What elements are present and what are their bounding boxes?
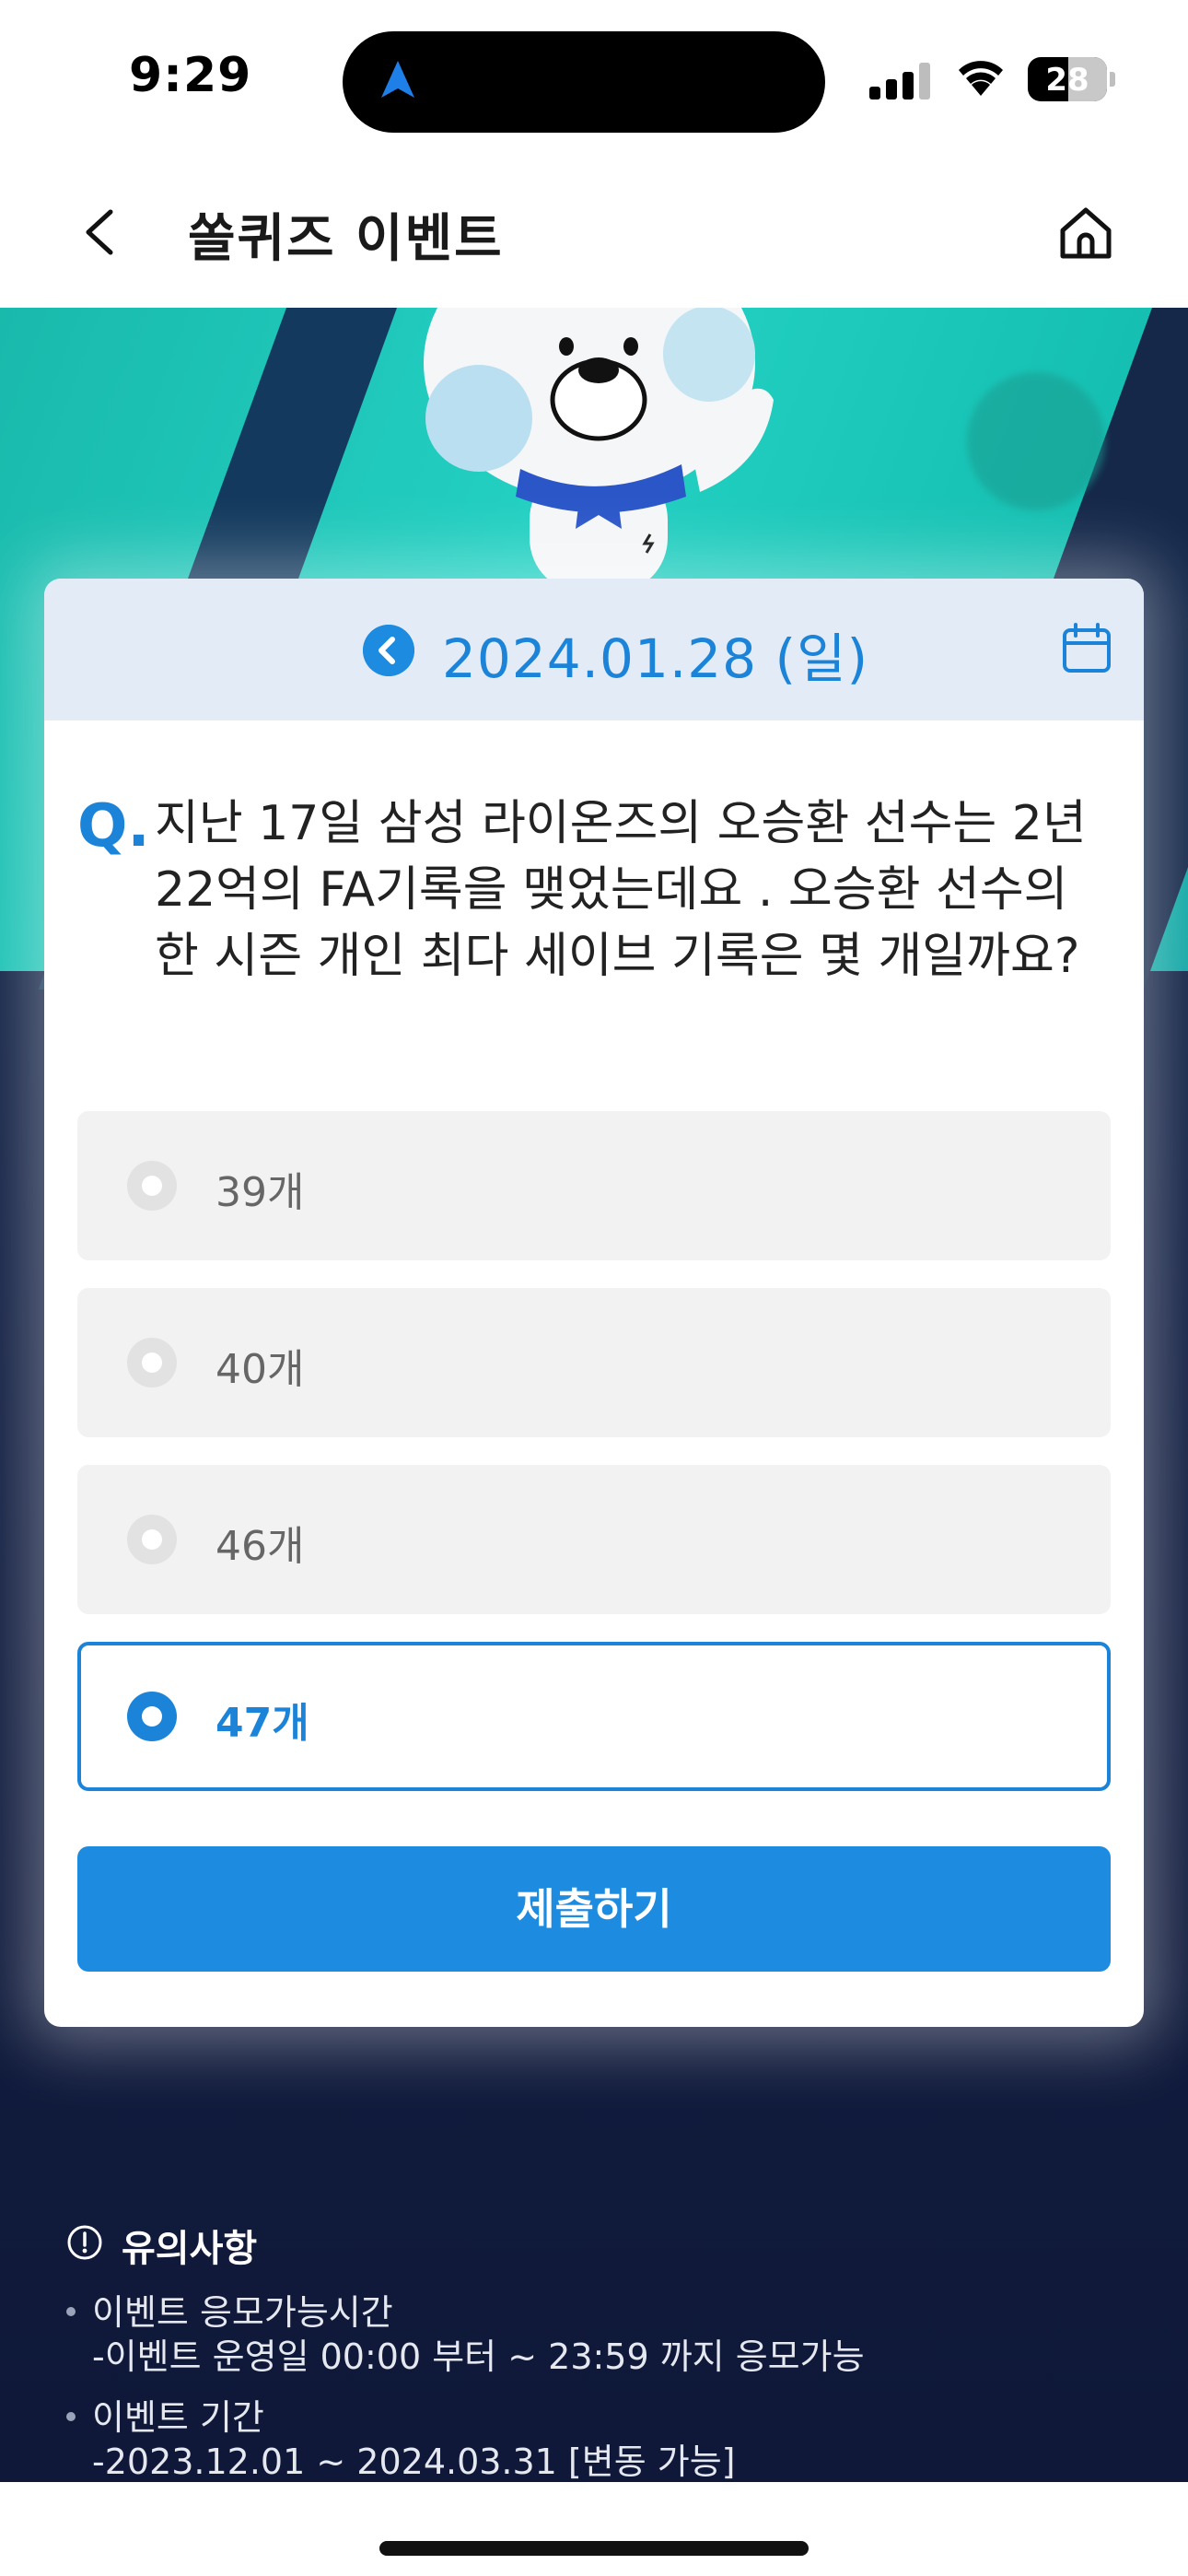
radio-button[interactable]: [127, 1338, 177, 1388]
bullet: [66, 2307, 76, 2316]
cellular-signal-icon: [869, 63, 934, 100]
notice-item-detail: -2023.12.01 ~ 2024.03.31 [변동 가능]: [92, 2441, 736, 2482]
quiz-date: 2024.01.28 (일): [442, 627, 869, 690]
notice-title: 유의사항: [122, 2228, 258, 2270]
page-title: 쏠퀴즈 이벤트: [188, 209, 504, 269]
answer-option-1[interactable]: 39개: [77, 1111, 1111, 1260]
calendar-icon[interactable]: [1061, 623, 1112, 674]
location-arrow-icon: [381, 61, 414, 98]
question-marker: Q.: [77, 792, 150, 861]
glow-decoration: [967, 372, 1105, 510]
date-header: 2024.01.28 (일): [44, 579, 1144, 720]
notice-item-detail: -이벤트 운영일 00:00 부터 ~ 23:59 까지 응모가능: [92, 2336, 865, 2377]
answer-label: 47개: [215, 1700, 309, 1747]
answer-option-2[interactable]: 40개: [77, 1288, 1111, 1437]
notice-item-title: 이벤트 응모가능시간: [92, 2292, 393, 2333]
notice-item-title: 이벤트 기간: [92, 2397, 264, 2438]
info-icon: [67, 2225, 102, 2260]
bullet: [66, 2412, 76, 2421]
status-bar: 9:29 28: [0, 0, 1188, 157]
radio-button[interactable]: [127, 1161, 177, 1211]
answer-option-4[interactable]: 47개: [77, 1642, 1111, 1791]
home-icon[interactable]: [1055, 203, 1116, 263]
status-time: 9:29: [129, 48, 252, 103]
home-indicator[interactable]: [379, 2541, 809, 2556]
battery-icon: 28: [1028, 57, 1107, 101]
radio-button-selected[interactable]: [127, 1692, 177, 1741]
dynamic-island: [343, 31, 825, 133]
page: 9:29 28 쏠퀴즈 이벤트 2024.01.28 (일) Q. 지난 17일…: [0, 0, 1188, 2576]
answer-label: 46개: [215, 1523, 305, 1570]
radio-button[interactable]: [127, 1515, 177, 1564]
submit-button[interactable]: 제출하기: [77, 1846, 1111, 1972]
answer-option-3[interactable]: 46개: [77, 1465, 1111, 1614]
answer-label: 40개: [215, 1346, 305, 1393]
wifi-icon: [959, 61, 1003, 96]
quiz-card: 2024.01.28 (일) Q. 지난 17일 삼성 라이온즈의 오승환 선수…: [44, 579, 1144, 2027]
battery-level: 28: [1045, 62, 1089, 99]
app-header: 쏠퀴즈 이벤트: [0, 157, 1188, 308]
answer-label: 39개: [215, 1169, 305, 1216]
bottom-bar: [0, 2482, 1188, 2576]
back-icon[interactable]: [74, 205, 129, 260]
battery-tip: [1110, 72, 1115, 87]
previous-day-icon[interactable]: [363, 625, 414, 676]
question-text: 지난 17일 삼성 라이온즈의 오승환 선수는 2년 22억의 FA기록을 맺었…: [155, 796, 1087, 984]
mascot-character-image: [424, 308, 774, 584]
